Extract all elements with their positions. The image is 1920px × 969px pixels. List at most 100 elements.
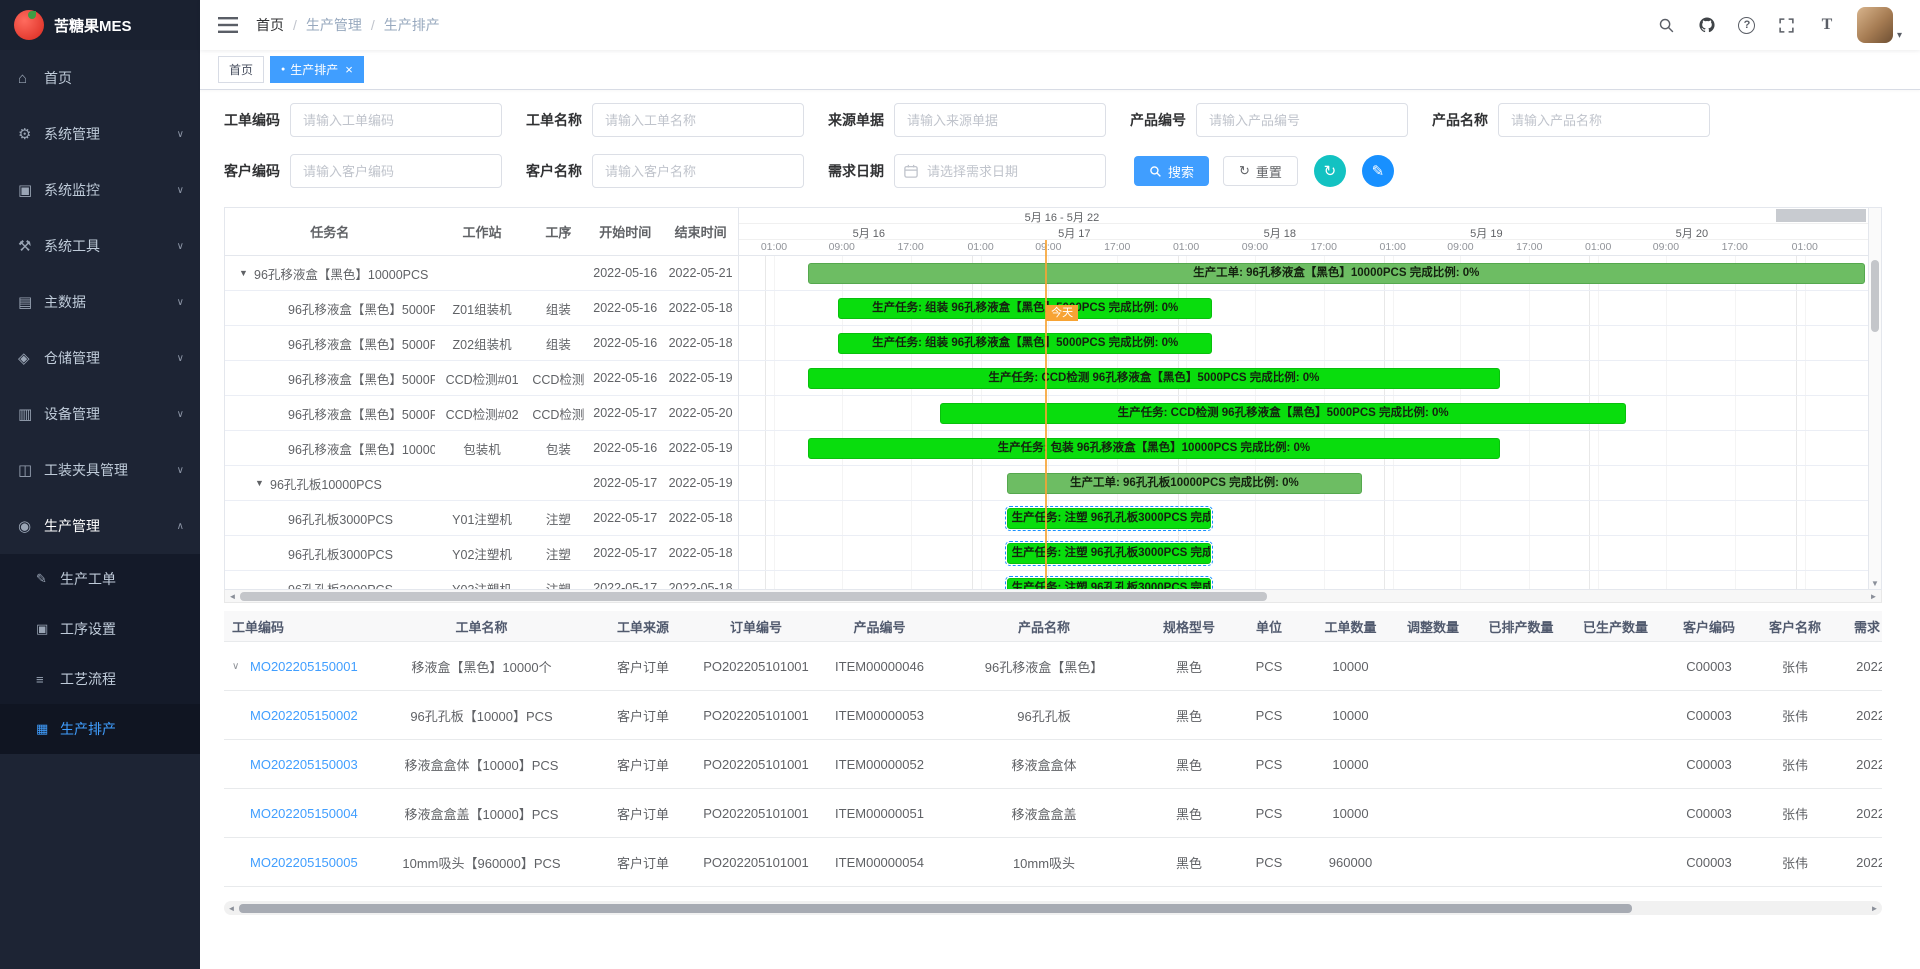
gantt-bar-row: 生产任务: 注塑 96孔孔板3000PCS 完成比例: 0%: [739, 501, 1868, 536]
row-expand-icon[interactable]: ∨: [232, 661, 244, 672]
chevron-icon: ∨: [177, 185, 184, 196]
gantt-bar[interactable]: 生产任务: CCD检测 96孔移液盒【黑色】5000PCS 完成比例: 0%: [808, 368, 1500, 389]
user-menu[interactable]: ▾: [1857, 7, 1902, 43]
filter-input[interactable]: [290, 103, 502, 137]
close-icon[interactable]: ×: [345, 63, 353, 76]
gantt-task-row[interactable]: ▼ 96孔移液盒【黑色】10000PCS 2022-05-16 2022-05-…: [225, 256, 738, 291]
sidebar-item[interactable]: ◈ 仓储管理 ∨: [0, 330, 200, 386]
order-number-cell: PO202205101001: [692, 708, 820, 723]
sidebar-item[interactable]: ◉ 生产管理 ∧: [0, 498, 200, 554]
edit-button[interactable]: ✎: [1362, 155, 1394, 187]
task-station: Y01注塑机: [435, 509, 530, 528]
expand-arrow-icon[interactable]: ▼: [239, 268, 249, 278]
order-row[interactable]: MO202205150004 移液盒盒盖【10000】PCS 客户订单 PO20…: [224, 789, 1882, 838]
search-icon[interactable]: [1657, 15, 1677, 35]
gantt-bar[interactable]: 生产任务: 注塑 96孔孔板3000PCS 完成比例: 0%: [1007, 508, 1211, 529]
filter-form: 工单编码 工单名称 来源单据: [200, 90, 1920, 205]
reset-button[interactable]: ↻ 重置: [1223, 156, 1298, 186]
github-icon[interactable]: [1697, 15, 1717, 35]
scroll-right-icon[interactable]: ►: [1867, 904, 1882, 913]
gantt-bar[interactable]: 生产任务: 包装 96孔移液盒【黑色】10000PCS 完成比例: 0%: [808, 438, 1500, 459]
scroll-left-icon[interactable]: ◄: [224, 904, 239, 913]
gantt-bar[interactable]: 生产工单: 96孔移液盒【黑色】10000PCS 完成比例: 0%: [808, 263, 1865, 284]
tab-production-scheduling[interactable]: ● 生产排产 ×: [270, 56, 364, 83]
table-horizontal-scrollbar[interactable]: ◄ ►: [224, 901, 1882, 915]
logo[interactable]: 苦糖果MES: [0, 0, 200, 50]
gantt-task-row[interactable]: 96孔孔板3000PCS Y01注塑机 注塑 2022-05-17 2022-0…: [225, 501, 738, 536]
sidebar-item[interactable]: ⚙ 系统管理 ∨: [0, 106, 200, 162]
order-code-link[interactable]: MO202205150001: [250, 659, 358, 674]
search-button[interactable]: 搜索: [1134, 156, 1209, 186]
filter-input[interactable]: [1196, 103, 1408, 137]
customer-code-cell: C00003: [1663, 806, 1755, 821]
main-area: 首页 / 生产管理 / 生产排产 ? T: [200, 0, 1920, 969]
table-column-header: 需求日期: [1835, 617, 1882, 636]
order-code-link[interactable]: MO202205150004: [250, 806, 358, 821]
sidebar-subitem[interactable]: ▦ 生产排产: [0, 704, 200, 754]
filter-input[interactable]: [592, 154, 804, 188]
gantt-task-row[interactable]: 96孔移液盒【黑色】5000PCS CCD检测#02 CCD检测 2022-05…: [225, 396, 738, 431]
scrollbar-thumb[interactable]: [1871, 260, 1879, 332]
gantt-task-row[interactable]: 96孔移液盒【黑色】5000PCS Z02组装机 组装 2022-05-16 2…: [225, 326, 738, 361]
gantt-task-row[interactable]: 96孔孔板3000PCS Y03注塑机 注塑 2022-05-17 2022-0…: [225, 571, 738, 589]
gantt-task-row[interactable]: ▼ 96孔孔板10000PCS 2022-05-17 2022-05-19: [225, 466, 738, 501]
table-column-header: 客户名称: [1755, 617, 1835, 636]
hamburger-icon[interactable]: [218, 17, 238, 33]
order-row[interactable]: MO202205150005 10mm吸头【960000】PCS 客户订单 PO…: [224, 838, 1882, 887]
order-row[interactable]: ∨ MO202205150001 移液盒【黑色】10000个 客户订单 PO20…: [224, 642, 1882, 691]
sidebar-item[interactable]: ▣ 系统监控 ∨: [0, 162, 200, 218]
order-source-cell: 客户订单: [594, 755, 692, 774]
font-size-icon[interactable]: T: [1817, 15, 1837, 35]
breadcrumb-item[interactable]: 生产管理: [306, 15, 362, 35]
scrollbar-thumb[interactable]: [240, 592, 1267, 601]
sidebar-item[interactable]: ⚒ 系统工具 ∨: [0, 218, 200, 274]
gantt-task-row[interactable]: 96孔移液盒【黑色】5000PCS Z01组装机 组装 2022-05-16 2…: [225, 291, 738, 326]
filter-input[interactable]: [290, 154, 502, 188]
table-column-header: 产品编号: [820, 617, 939, 636]
sidebar-subitem[interactable]: ≡ 工艺流程: [0, 654, 200, 704]
demand-date-input[interactable]: [894, 154, 1106, 188]
filter-input[interactable]: [592, 103, 804, 137]
order-code-link[interactable]: MO202205150005: [250, 855, 358, 870]
scrollbar-thumb[interactable]: [239, 904, 1632, 913]
task-start: 2022-05-17: [587, 511, 663, 525]
order-row[interactable]: MO202205150003 移液盒盒体【10000】PCS 客户订单 PO20…: [224, 740, 1882, 789]
order-code-link[interactable]: MO202205150002: [250, 708, 358, 723]
scroll-right-icon[interactable]: ►: [1866, 592, 1881, 601]
sidebar-item[interactable]: ▤ 主数据 ∨: [0, 274, 200, 330]
filter-input[interactable]: [1498, 103, 1710, 137]
help-icon[interactable]: ?: [1737, 15, 1757, 35]
gantt-bar[interactable]: 生产任务: 注塑 96孔孔板3000PCS 完成比例: 0%: [1007, 543, 1211, 564]
order-code-link[interactable]: MO202205150003: [250, 757, 358, 772]
gantt-vertical-scrollbar[interactable]: ▼: [1868, 208, 1881, 589]
gantt-bar[interactable]: 生产工单: 96孔孔板10000PCS 完成比例: 0%: [1007, 473, 1363, 494]
gantt-horizontal-scrollbar[interactable]: ◄ ►: [224, 590, 1882, 603]
filter-input[interactable]: [894, 103, 1106, 137]
tab-home[interactable]: 首页: [218, 56, 264, 83]
sidebar-item[interactable]: ⌂ 首页: [0, 50, 200, 106]
avatar[interactable]: [1857, 7, 1893, 43]
scroll-down-icon[interactable]: ▼: [1869, 579, 1881, 588]
gantt-bar[interactable]: 生产任务: 注塑 96孔孔板3000PCS 完成比例: 0%: [1007, 578, 1211, 589]
gantt-bar[interactable]: 生产任务: 组装 96孔移液盒【黑色】5000PCS 完成比例: 0%: [838, 298, 1212, 319]
gantt-task-row[interactable]: 96孔孔板3000PCS Y02注塑机 注塑 2022-05-17 2022-0…: [225, 536, 738, 571]
sidebar-item[interactable]: ▥ 设备管理 ∨: [0, 386, 200, 442]
sidebar-item-label: 系统工具: [44, 236, 177, 256]
expand-arrow-icon[interactable]: ▼: [255, 478, 265, 488]
sidebar-item-icon: ◉: [18, 517, 44, 535]
breadcrumb-home[interactable]: 首页: [256, 15, 284, 35]
hour-label: 01:00: [967, 241, 993, 253]
breadcrumb-item[interactable]: 生产排产: [384, 15, 440, 35]
sync-button[interactable]: ↻: [1314, 155, 1346, 187]
scroll-left-icon[interactable]: ◄: [225, 592, 240, 601]
gantt-task-row[interactable]: 96孔移液盒【黑色】5000PCS CCD检测#01 CCD检测 2022-05…: [225, 361, 738, 396]
sidebar-subitem[interactable]: ▣ 工序设置: [0, 604, 200, 654]
task-start: 2022-05-17: [587, 546, 663, 560]
gantt-task-row[interactable]: 96孔移液盒【黑色】10000PCS 包装机 包装 2022-05-16 202…: [225, 431, 738, 466]
order-row[interactable]: MO202205150002 96孔孔板【10000】PCS 客户订单 PO20…: [224, 691, 1882, 740]
gantt-bar[interactable]: 生产任务: CCD检测 96孔移液盒【黑色】5000PCS 完成比例: 0%: [940, 403, 1626, 424]
gantt-bar[interactable]: 生产任务: 组装 96孔移液盒【黑色】5000PCS 完成比例: 0%: [838, 333, 1212, 354]
sidebar-item[interactable]: ◫ 工装夹具管理 ∨: [0, 442, 200, 498]
fullscreen-icon[interactable]: [1777, 15, 1797, 35]
sidebar-subitem[interactable]: ✎ 生产工单: [0, 554, 200, 604]
